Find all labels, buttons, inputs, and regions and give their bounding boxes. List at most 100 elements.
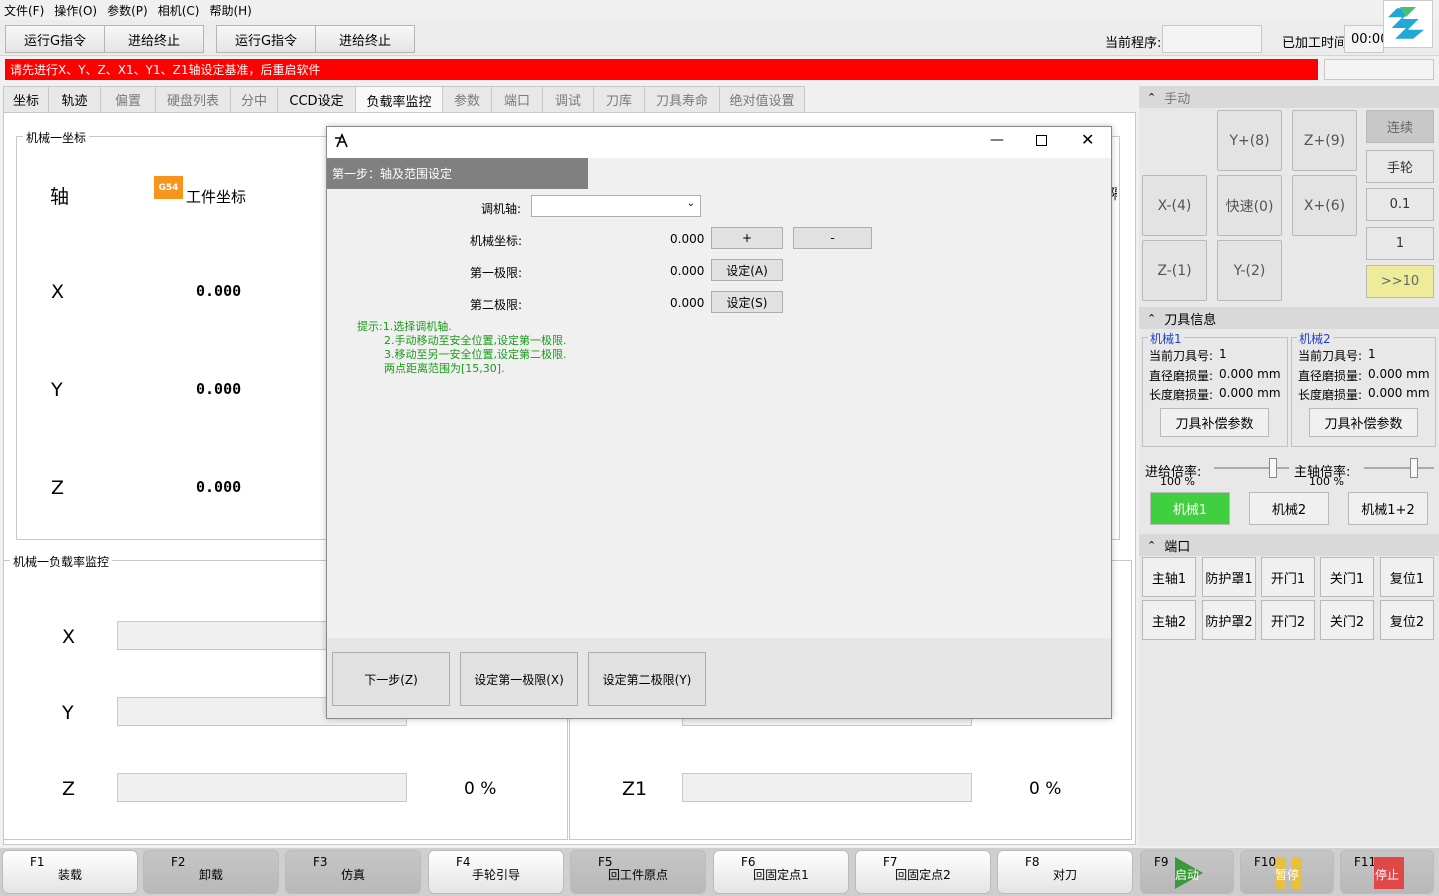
port-button-row2-1[interactable]: 防护罩2 xyxy=(1202,600,1256,640)
tab-6[interactable]: 负载率监控 xyxy=(355,86,443,113)
set-limit2-button[interactable]: 设定(S) xyxy=(711,291,783,313)
jog-z-plus-button[interactable]: Z+(9) xyxy=(1292,110,1357,171)
machine-2-button[interactable]: 机械2 xyxy=(1249,492,1329,525)
jog-x-minus-button[interactable]: X-(4) xyxy=(1142,175,1207,236)
fkey-label: 回固定点2 xyxy=(895,868,951,882)
tab-7[interactable]: 参数 xyxy=(442,86,492,112)
fkey-f6[interactable]: F6 回固定点1 xyxy=(713,850,849,894)
tool-section-header[interactable]: ⌃ 刀具信息 xyxy=(1139,307,1439,329)
alert-side-box xyxy=(1324,59,1434,80)
fkey-f5[interactable]: F5 回工件原点 xyxy=(570,850,706,894)
tab-9[interactable]: 调试 xyxy=(542,86,594,112)
port-button-row1-3[interactable]: 关门1 xyxy=(1320,557,1374,597)
load-axis-x: X xyxy=(62,626,76,648)
machine-1-button[interactable]: 机械1 xyxy=(1150,492,1230,525)
tool-m2-no-label: 当前刀具号: xyxy=(1298,349,1363,363)
fkey-f3[interactable]: F3 仿真 xyxy=(285,850,421,894)
menu-file[interactable]: 文件(F) xyxy=(4,2,44,19)
coords-group-title: 机械一坐标 xyxy=(23,129,90,146)
fkey-f9[interactable]: F9 启动 xyxy=(1140,850,1234,894)
close-icon[interactable]: ✕ xyxy=(1081,130,1094,149)
port-button-row1-1[interactable]: 防护罩1 xyxy=(1202,557,1256,597)
load-axis-z: Z xyxy=(62,778,76,800)
tool-comp-button-m2[interactable]: 刀具补偿参数 xyxy=(1309,408,1418,437)
step-1-button[interactable]: 1 xyxy=(1366,227,1434,260)
jog-fast-button[interactable]: 快速(0) xyxy=(1217,175,1282,236)
set-limit1-button[interactable]: 设定(A) xyxy=(711,259,783,281)
fkey-label: 手轮引导 xyxy=(471,868,520,882)
tool-section-title: 刀具信息 xyxy=(1164,312,1217,328)
load-axis-y: Y xyxy=(62,702,74,724)
set-second-limit-button[interactable]: 设定第二极限(Y) xyxy=(588,652,706,706)
run-g-button-1[interactable]: 运行G指令 xyxy=(5,25,105,53)
jog-plus-button[interactable]: + xyxy=(711,227,783,249)
tab-0[interactable]: 坐标 xyxy=(3,86,49,112)
menu-camera[interactable]: 相机(C) xyxy=(158,2,200,19)
load-axis-z1: Z1 xyxy=(622,778,648,800)
fkey-f11[interactable]: F11 停止 xyxy=(1340,850,1434,894)
fkey-label: 仿真 xyxy=(340,868,365,882)
jog-y-plus-button[interactable]: Y+(8) xyxy=(1217,110,1282,171)
step-title: 第一步：轴及范围设定 xyxy=(327,158,588,189)
tab-10[interactable]: 刀库 xyxy=(593,86,645,112)
port-button-row2-3[interactable]: 关门2 xyxy=(1320,600,1374,640)
port-button-row1-2[interactable]: 开门1 xyxy=(1261,557,1315,597)
fkey-f4[interactable]: F4 手轮引导 xyxy=(428,850,564,894)
minimize-icon[interactable]: — xyxy=(990,132,1004,148)
limit2-value: 0.000 xyxy=(670,296,705,310)
menu-operation[interactable]: 操作(O) xyxy=(54,2,97,19)
mode-handwheel-button[interactable]: 手轮 xyxy=(1366,150,1434,183)
tab-2[interactable]: 偏置 xyxy=(100,86,156,112)
tab-1[interactable]: 轨迹 xyxy=(48,86,101,112)
set-first-limit-button[interactable]: 设定第一极限(X) xyxy=(460,652,578,706)
tab-11[interactable]: 刀具寿命 xyxy=(644,86,720,112)
mech-coord-value: 0.000 xyxy=(670,232,705,246)
feed-rate-slider[interactable] xyxy=(1269,458,1277,478)
tool-m2-len-label: 长度磨损量: xyxy=(1298,388,1363,402)
ports-section-header[interactable]: ⌃ 端口 xyxy=(1139,534,1439,556)
feed-stop-button-1[interactable]: 进给终止 xyxy=(104,25,204,53)
tab-5[interactable]: CCD设定 xyxy=(277,86,356,112)
fkey-f10[interactable]: F10 暂停 xyxy=(1240,850,1334,894)
axis-tool-icon xyxy=(334,132,350,153)
jog-z-minus-button[interactable]: Z-(1) xyxy=(1142,240,1207,301)
tool-comp-button-m1[interactable]: 刀具补偿参数 xyxy=(1160,408,1269,437)
maximize-icon[interactable] xyxy=(1036,135,1047,146)
fkey-f1[interactable]: F1 装载 xyxy=(2,850,138,894)
tab-8[interactable]: 端口 xyxy=(491,86,543,112)
fkey-label: 停止 xyxy=(1374,868,1399,882)
fkey-label: 回固定点1 xyxy=(753,868,809,882)
port-button-row2-4[interactable]: 复位2 xyxy=(1380,600,1434,640)
spindle-rate-slider[interactable] xyxy=(1410,458,1418,478)
jog-x-plus-button[interactable]: X+(6) xyxy=(1292,175,1357,236)
port-button-row2-2[interactable]: 开门2 xyxy=(1261,600,1315,640)
run-g-button-2[interactable]: 运行G指令 xyxy=(216,25,316,53)
load-bar-z1 xyxy=(682,773,972,802)
machine-1-2-button[interactable]: 机械1+2 xyxy=(1348,492,1428,525)
menu-params[interactable]: 参数(P) xyxy=(107,2,148,19)
step-10-button[interactable]: >>10 xyxy=(1366,265,1434,298)
port-button-row1-4[interactable]: 复位1 xyxy=(1380,557,1434,597)
fkey-f2[interactable]: F2 卸载 xyxy=(143,850,279,894)
tab-12[interactable]: 绝对值设置 xyxy=(719,86,805,112)
fkey-f7[interactable]: F7 回固定点2 xyxy=(855,850,991,894)
tool-m1-len-label: 长度磨损量: xyxy=(1149,388,1214,402)
feed-stop-button-2[interactable]: 进给终止 xyxy=(315,25,415,53)
manual-section-header[interactable]: ⌃ 手动 xyxy=(1139,86,1439,108)
fkey-f8[interactable]: F8 对刀 xyxy=(997,850,1133,894)
tool-m1-dia-label: 直径磨损量: xyxy=(1149,369,1214,383)
mode-continuous-button[interactable]: 连续 xyxy=(1366,110,1434,143)
limit2-label: 第二极限: xyxy=(470,298,523,312)
step-0-1-button[interactable]: 0.1 xyxy=(1366,188,1434,221)
jog-minus-button[interactable]: - xyxy=(793,227,872,249)
jog-y-minus-button[interactable]: Y-(2) xyxy=(1217,240,1282,301)
next-step-button[interactable]: 下一步(Z) xyxy=(332,652,450,706)
elapsed-time-field: 00:00:00 xyxy=(1344,25,1384,53)
tab-4[interactable]: 分中 xyxy=(230,86,278,112)
port-button-row2-0[interactable]: 主轴2 xyxy=(1142,600,1196,640)
tab-3[interactable]: 硬盘列表 xyxy=(155,86,231,112)
elapsed-time-label: 已加工时间 xyxy=(1282,36,1348,51)
axis-select[interactable]: ⌄ xyxy=(531,195,701,217)
port-button-row1-0[interactable]: 主轴1 xyxy=(1142,557,1196,597)
menu-help[interactable]: 帮助(H) xyxy=(209,2,251,19)
